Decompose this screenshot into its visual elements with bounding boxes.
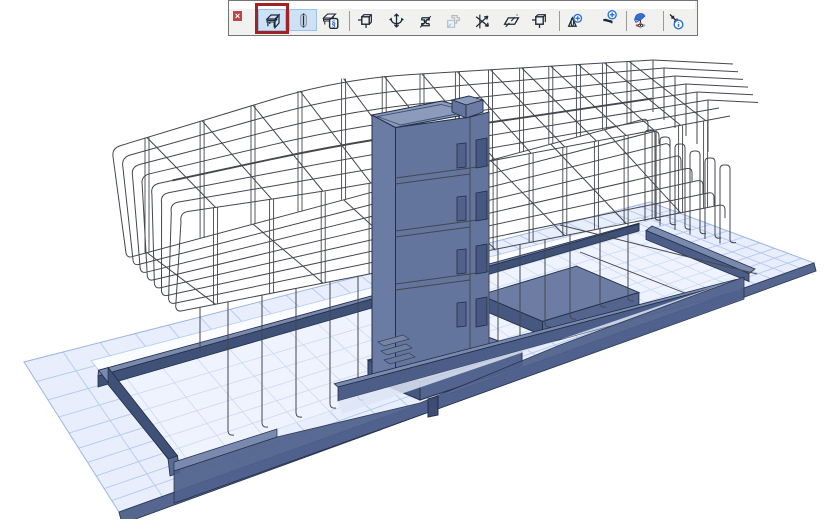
svg-text:§: § [332, 18, 336, 28]
